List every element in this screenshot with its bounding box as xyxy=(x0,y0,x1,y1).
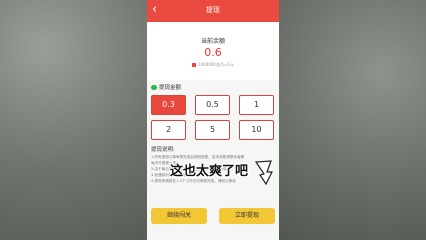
balance-card: 当前余额 0.6 1000000金币=1元 xyxy=(147,22,279,80)
background-left xyxy=(0,0,147,240)
instruction-line: 4.提现申请将在1-3个工作日内审核完成，请耐心等待 xyxy=(151,179,236,183)
pointing-hand-icon xyxy=(254,160,273,186)
withdraw-section-label: 提现金额 xyxy=(159,85,182,91)
background-right xyxy=(279,0,426,240)
coin-note-row: 1000000金币=1元 xyxy=(147,62,279,68)
withdraw-section-header: 提现金额 xyxy=(151,83,181,91)
coin-note: 1000000金币=1元 xyxy=(198,62,234,67)
phone-screen: ‹ 提现 当前余额 0.6 1000000金币=1元 提现金额 0.3 0.5 … xyxy=(147,0,279,240)
amount-option-10[interactable]: 10 xyxy=(239,120,274,140)
amount-option-5[interactable]: 5 xyxy=(195,120,230,140)
amount-option-0.3[interactable]: 0.3 xyxy=(151,95,186,115)
overlay-caption: 这也太爽了吧 xyxy=(170,164,249,179)
instructions-title: 提现说明: xyxy=(151,147,175,153)
continue-button[interactable]: 继续闯关 xyxy=(151,208,207,224)
amount-option-0.5[interactable]: 0.5 xyxy=(195,95,230,115)
top-bar: ‹ 提现 xyxy=(147,0,279,22)
wechat-icon xyxy=(151,85,157,90)
red-envelope-icon xyxy=(192,63,197,67)
withdraw-now-button[interactable]: 立即提现 xyxy=(219,208,275,224)
amount-option-1[interactable]: 1 xyxy=(239,95,274,115)
amount-option-2[interactable]: 2 xyxy=(151,120,186,140)
page-title: 提现 xyxy=(206,6,220,14)
balance-value: 0.6 xyxy=(204,46,222,59)
balance-label: 当前余额 xyxy=(200,38,225,45)
